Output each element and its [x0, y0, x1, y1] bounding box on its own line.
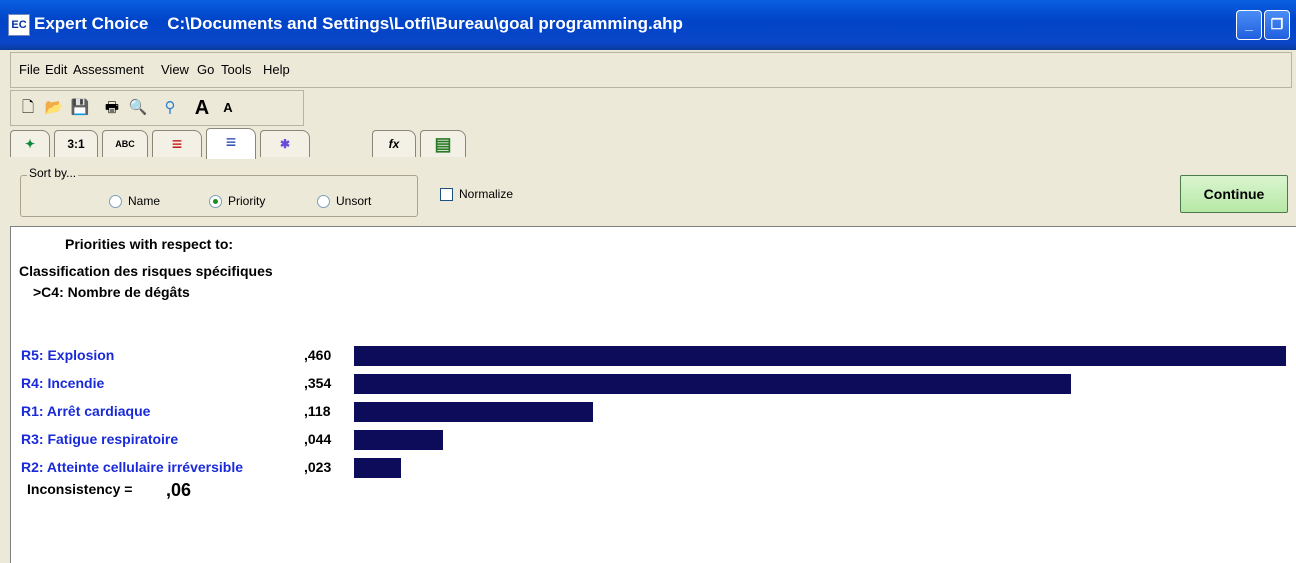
- tab-graphical[interactable]: ≡: [152, 130, 202, 157]
- menu-help[interactable]: Help: [263, 62, 290, 77]
- sort-priority-label: Priority: [228, 194, 266, 208]
- restore-button[interactable]: ❐: [1264, 10, 1290, 40]
- tree-icon[interactable]: ⚲: [159, 97, 181, 119]
- alternative-label: R1: Arrêt cardiaque: [21, 403, 151, 419]
- radio-indicator: [317, 195, 330, 209]
- tab-priorities[interactable]: ≡: [206, 128, 256, 159]
- sort-priority-radio[interactable]: Priority: [209, 194, 266, 209]
- priority-bar: [354, 430, 443, 450]
- priority-bar: [354, 374, 1071, 394]
- menu-bar: File Edit Assessment View Go Tools Help: [10, 52, 1292, 88]
- priority-value: ,044: [304, 431, 332, 447]
- normalize-label: Normalize: [459, 187, 514, 201]
- open-folder-icon[interactable]: 📂: [43, 97, 65, 119]
- alternative-label: R3: Fatigue respiratoire: [21, 431, 179, 447]
- menu-tools[interactable]: Tools: [221, 62, 251, 77]
- increase-font-icon[interactable]: A: [191, 97, 213, 119]
- new-file-icon[interactable]: 🗋: [17, 97, 39, 119]
- normalize-checkbox[interactable]: Normalize: [440, 187, 514, 202]
- app-name: Expert Choice: [34, 14, 149, 33]
- tab-formula[interactable]: fx: [372, 130, 416, 157]
- alternative-label: R2: Atteinte cellulaire irréversible: [21, 459, 244, 475]
- file-path: C:\Documents and Settings\Lotfi\Bureau\g…: [167, 14, 683, 33]
- menu-file[interactable]: File: [19, 62, 40, 77]
- priority-value: ,118: [304, 403, 331, 419]
- checkbox-box: [440, 188, 453, 202]
- menu-go[interactable]: Go: [197, 62, 214, 77]
- menu-view[interactable]: View: [161, 62, 189, 77]
- alternative-label: R5: Explosion: [21, 347, 115, 363]
- inconsistency-label: Inconsistency =: [27, 481, 133, 497]
- priority-value: ,460: [304, 347, 332, 363]
- radio-indicator-selected: [209, 195, 222, 209]
- print-icon[interactable]: 🖶: [101, 97, 123, 119]
- sort-name-radio[interactable]: Name: [109, 194, 161, 209]
- decrease-font-icon[interactable]: A: [217, 97, 239, 119]
- tab-table[interactable]: ▤: [420, 130, 466, 157]
- sort-by-legend: Sort by...: [27, 166, 79, 180]
- minimize-button[interactable]: _: [1236, 10, 1262, 40]
- priorities-panel: Priorities with respect to: Classificati…: [10, 226, 1296, 563]
- sort-name-label: Name: [128, 194, 161, 208]
- alternative-label: R4: Incendie: [21, 375, 105, 391]
- save-icon[interactable]: 💾: [69, 97, 91, 119]
- priority-value: ,354: [304, 375, 332, 391]
- title-bar: EC Expert Choice C:\Documents and Settin…: [0, 0, 1296, 50]
- menu-edit[interactable]: Edit: [45, 62, 67, 77]
- toolbar: 🗋 📂 💾 🖶 🔍 ⚲ A A: [10, 90, 304, 126]
- menu-assessment[interactable]: Assessment: [73, 62, 144, 77]
- priority-bar: [354, 346, 1286, 366]
- sort-unsort-radio[interactable]: Unsort: [317, 194, 372, 209]
- goal-name: Classification des risques spécifiques: [19, 263, 273, 279]
- tab-model-view[interactable]: ✦: [10, 130, 50, 157]
- expert-choice-app-icon: EC: [8, 14, 30, 36]
- priority-value: ,023: [304, 459, 332, 475]
- continue-button[interactable]: Continue: [1180, 175, 1288, 213]
- tab-numerical[interactable]: 3:1: [54, 130, 98, 157]
- criterion-path: >C4: Nombre de dégâts: [33, 284, 190, 300]
- tab-verbal[interactable]: ABC: [102, 130, 148, 157]
- view-tabs: ✦ 3:1 ABC ≡ ≡ ✱ fx ▤: [10, 128, 1290, 160]
- sort-panel: Sort by... Name Priority Unsort Normaliz…: [10, 160, 1290, 222]
- print-preview-icon[interactable]: 🔍: [127, 97, 149, 119]
- radio-indicator: [109, 195, 122, 209]
- inconsistency-value: ,06: [166, 480, 192, 500]
- tab-data-grid[interactable]: ✱: [260, 130, 310, 157]
- priorities-heading: Priorities with respect to:: [65, 236, 234, 252]
- window-title: Expert Choice C:\Documents and Settings\…: [34, 14, 683, 34]
- priority-bar: [354, 458, 401, 478]
- sort-unsort-label: Unsort: [336, 194, 372, 208]
- priority-bar: [354, 402, 593, 422]
- sort-by-group: Sort by... Name Priority Unsort: [20, 166, 418, 217]
